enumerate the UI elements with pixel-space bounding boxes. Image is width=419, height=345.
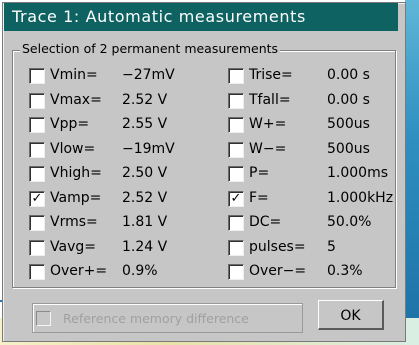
measurement-value: 0.00 s bbox=[327, 91, 370, 108]
measurement-checkbox[interactable] bbox=[228, 264, 244, 280]
measurement-checkbox[interactable] bbox=[29, 68, 45, 84]
measurement-checkbox[interactable] bbox=[228, 166, 244, 182]
groupbox-title: Selection of 2 permanent measurements bbox=[20, 41, 281, 56]
measurement-checkbox[interactable]: ✓ bbox=[228, 190, 244, 207]
measurement-value: 1.000kHz bbox=[327, 189, 394, 206]
measurement-checkbox[interactable]: ✓ bbox=[29, 190, 45, 207]
measurement-value: −27mV bbox=[122, 67, 175, 83]
measurement-label: Over−= bbox=[249, 263, 307, 279]
measurement-checkbox[interactable] bbox=[29, 92, 45, 109]
measurement-label: Vlow= bbox=[50, 140, 96, 157]
measurement-checkbox[interactable] bbox=[29, 166, 45, 182]
measurement-checkbox[interactable] bbox=[228, 141, 244, 158]
measurement-label: F= bbox=[249, 189, 269, 206]
measurement-value: 0.3% bbox=[327, 263, 363, 279]
measurement-checkbox[interactable] bbox=[228, 239, 244, 256]
measurement-label: Vpp= bbox=[50, 116, 90, 132]
measurement-value: 1.000ms bbox=[327, 165, 389, 181]
measurement-checkbox[interactable] bbox=[29, 141, 45, 158]
measurement-label: Over+= bbox=[50, 263, 108, 279]
measurement-value: −19mV bbox=[122, 140, 175, 157]
measurement-value: 1.81 V bbox=[122, 214, 168, 230]
measurement-checkbox[interactable] bbox=[228, 215, 244, 231]
measurement-label: Vavg= bbox=[50, 238, 96, 255]
dialog-title-bar: Trace 1: Automatic measurements bbox=[4, 3, 398, 31]
reference-memory-checkbox[interactable] bbox=[36, 311, 51, 326]
measurement-checkbox[interactable] bbox=[29, 117, 45, 133]
measurement-value: 0.9% bbox=[122, 263, 158, 279]
measurement-checkbox[interactable] bbox=[228, 92, 244, 109]
measurement-label: pulses= bbox=[249, 238, 306, 255]
measurement-value: 500us bbox=[327, 116, 370, 132]
measurement-label: W−= bbox=[249, 140, 287, 157]
measurement-checkbox[interactable] bbox=[29, 264, 45, 280]
page-background-right bbox=[405, 0, 419, 345]
ok-button[interactable]: OK bbox=[318, 300, 384, 330]
measurement-checkbox[interactable] bbox=[29, 215, 45, 231]
measurement-value: 2.52 V bbox=[122, 189, 168, 206]
measurement-value: 50.0% bbox=[327, 214, 372, 230]
measurement-value: 1.24 V bbox=[122, 238, 168, 255]
measurement-label: Vrms= bbox=[50, 214, 98, 230]
reference-memory-label: Reference memory difference bbox=[63, 311, 249, 326]
measurement-checkbox[interactable] bbox=[228, 117, 244, 133]
measurement-checkbox[interactable] bbox=[29, 239, 45, 256]
measurement-label: Trise= bbox=[249, 67, 293, 83]
dialog-title: Trace 1: Automatic measurements bbox=[12, 7, 306, 26]
measurement-label: DC= bbox=[249, 214, 282, 230]
measurement-label: Vmax= bbox=[50, 91, 102, 108]
measurement-label: Tfall= bbox=[249, 91, 291, 108]
check-icon: ✓ bbox=[230, 190, 242, 206]
measurement-value: 2.50 V bbox=[122, 165, 168, 181]
measurement-label: W+= bbox=[249, 116, 287, 132]
measurement-value: 2.52 V bbox=[122, 91, 168, 108]
measurement-label: P= bbox=[249, 165, 270, 181]
measurement-checkbox[interactable] bbox=[228, 68, 244, 84]
measurement-label: Vhigh= bbox=[50, 165, 102, 181]
measurement-label: Vmin= bbox=[50, 67, 98, 83]
measurement-label: Vamp= bbox=[50, 189, 102, 206]
measurement-value: 0.00 s bbox=[327, 67, 370, 83]
check-icon: ✓ bbox=[31, 190, 43, 206]
measurement-value: 2.55 V bbox=[122, 116, 168, 132]
measurement-value: 5 bbox=[327, 238, 336, 255]
measurement-value: 500us bbox=[327, 140, 370, 157]
